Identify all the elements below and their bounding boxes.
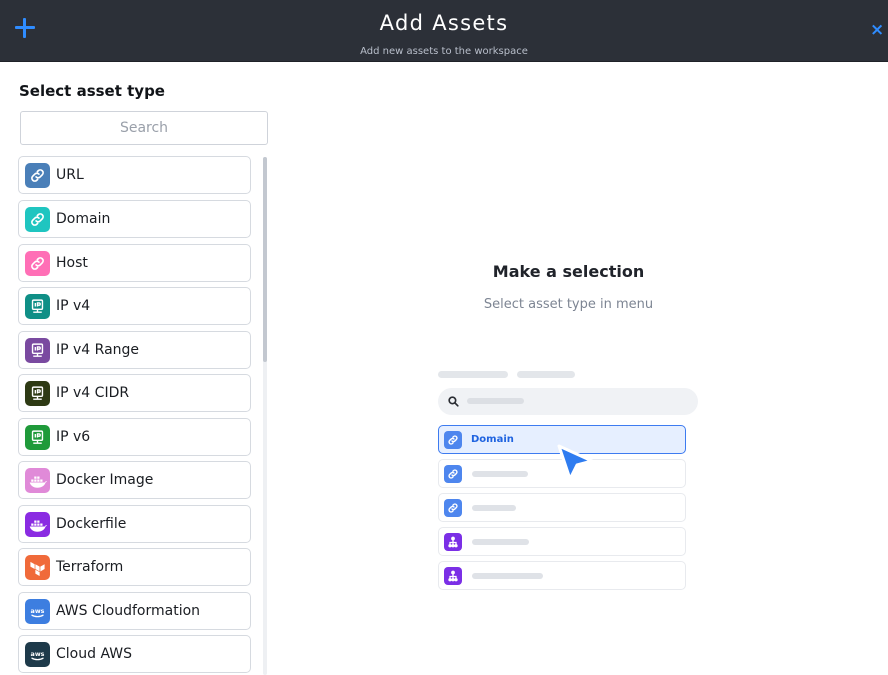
aws-icon: aws: [25, 642, 50, 667]
modal-header: Add Assets Add new assets to the workspa…: [0, 0, 888, 62]
illustration-search-bar: [438, 388, 698, 415]
placeholder-bar: [472, 471, 528, 477]
illustration-row: [438, 561, 686, 590]
scrollbar-thumb[interactable]: [263, 157, 267, 362]
svg-text:aws: aws: [31, 650, 45, 657]
hierarchy-icon: [444, 533, 462, 551]
ip-icon: [25, 381, 50, 406]
placeholder-bar: [467, 398, 524, 404]
illustration-row: [438, 527, 686, 556]
asset-item-host[interactable]: Host: [18, 244, 251, 282]
asset-item-label: AWS Cloudformation: [56, 603, 201, 619]
asset-item-label: IP v4 CIDR: [56, 385, 130, 401]
list-scrollbar[interactable]: [263, 157, 267, 675]
ip-icon: [25, 425, 50, 450]
asset-type-heading: Select asset type: [19, 82, 165, 100]
link-icon: [444, 499, 462, 517]
ip-icon: [25, 294, 50, 319]
asset-item-dockerfile[interactable]: Dockerfile: [18, 505, 251, 543]
placeholder-bar: [472, 573, 543, 579]
asset-item-label: IP v6: [56, 429, 91, 445]
asset-item-ipv4-range[interactable]: IP v4 Range: [18, 331, 251, 369]
asset-item-domain[interactable]: Domain: [18, 200, 251, 238]
asset-item-aws-cloudformation[interactable]: aws AWS Cloudformation: [18, 592, 251, 630]
modal-subtitle: Add new assets to the workspace: [360, 46, 528, 57]
link-icon: [25, 163, 50, 188]
asset-item-label: URL: [56, 167, 84, 183]
close-icon[interactable]: ×: [870, 21, 886, 39]
placeholder-bar: [517, 371, 575, 378]
empty-state-subtitle: Select asset type in menu: [483, 297, 654, 312]
placeholder-bar: [438, 371, 508, 378]
placeholder-bar: [472, 539, 529, 545]
hierarchy-icon: [444, 567, 462, 585]
placeholder-bar: [472, 505, 516, 511]
asset-item-label: Cloud AWS: [56, 646, 132, 662]
link-icon: [444, 431, 462, 449]
asset-item-label: Dockerfile: [56, 516, 127, 532]
empty-state-title: Make a selection: [492, 262, 645, 281]
modal-title: Add Assets: [379, 11, 509, 35]
asset-item-label: Docker Image: [56, 472, 154, 488]
asset-item-terraform[interactable]: Terraform: [18, 548, 251, 586]
docker-icon: [25, 512, 50, 537]
aws-icon: aws: [25, 599, 50, 624]
asset-item-url[interactable]: URL: [18, 156, 251, 194]
asset-item-ipv4[interactable]: IP v4: [18, 287, 251, 325]
asset-item-docker-image[interactable]: Docker Image: [18, 461, 251, 499]
asset-item-label: IP v4: [56, 298, 91, 314]
ip-icon: [25, 338, 50, 363]
search-input[interactable]: [20, 111, 268, 145]
asset-item-label: Terraform: [56, 559, 124, 575]
link-icon: [25, 207, 50, 232]
docker-icon: [25, 468, 50, 493]
asset-item-label: Host: [56, 255, 88, 271]
asset-item-label: IP v4 Range: [56, 342, 140, 358]
asset-item-ipv4-cidr[interactable]: IP v4 CIDR: [18, 374, 251, 412]
svg-text:aws: aws: [31, 607, 45, 614]
pointer-cursor-icon: [557, 444, 594, 481]
illustration-row: [438, 493, 686, 522]
search-icon: [448, 396, 459, 407]
illustration-row-label: Domain: [471, 434, 514, 445]
asset-item-ipv6[interactable]: IP v6: [18, 418, 251, 456]
link-icon: [444, 465, 462, 483]
asset-item-cloud-aws[interactable]: aws Cloud AWS: [18, 635, 251, 673]
link-icon: [25, 251, 50, 276]
terraform-icon: [25, 555, 50, 580]
asset-item-label: Domain: [56, 211, 111, 227]
